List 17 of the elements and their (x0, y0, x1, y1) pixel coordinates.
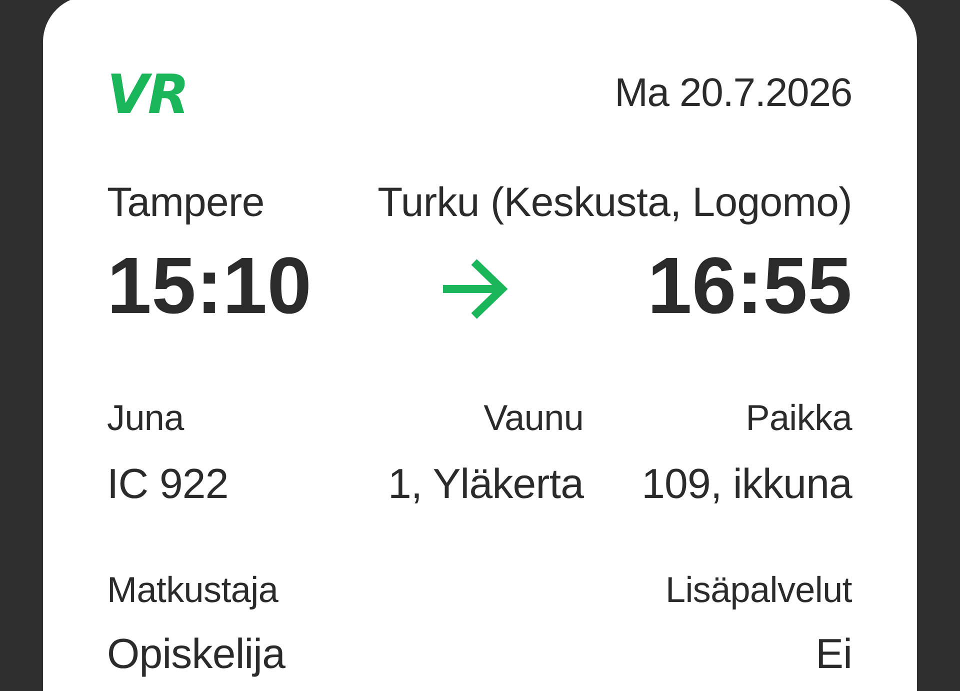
departure-time: 15:10 (107, 246, 312, 326)
detail-value: Opiskelija (107, 628, 286, 679)
travel-date: Ma 20.7.2026 (614, 70, 852, 117)
arrival-time: 16:55 (647, 246, 852, 326)
detail-label: Vaunu (484, 396, 584, 440)
detail-label: Matkustaja (107, 568, 278, 611)
arrow-right-icon (443, 259, 508, 320)
destination-station: Turku (Keskusta, Logomo) (378, 178, 852, 227)
detail-value: IC 922 (107, 459, 228, 510)
detail-value: 109, ikkuna (642, 459, 852, 510)
detail-value: Ei (815, 628, 852, 679)
detail-value: 1, Yläkerta (388, 459, 584, 510)
detail-label: Lisäpalvelut (665, 568, 852, 611)
origin-station: Tampere (107, 178, 264, 227)
detail-label: Paikka (746, 396, 852, 440)
detail-label: Juna (107, 396, 184, 440)
logo: VR (107, 68, 188, 122)
